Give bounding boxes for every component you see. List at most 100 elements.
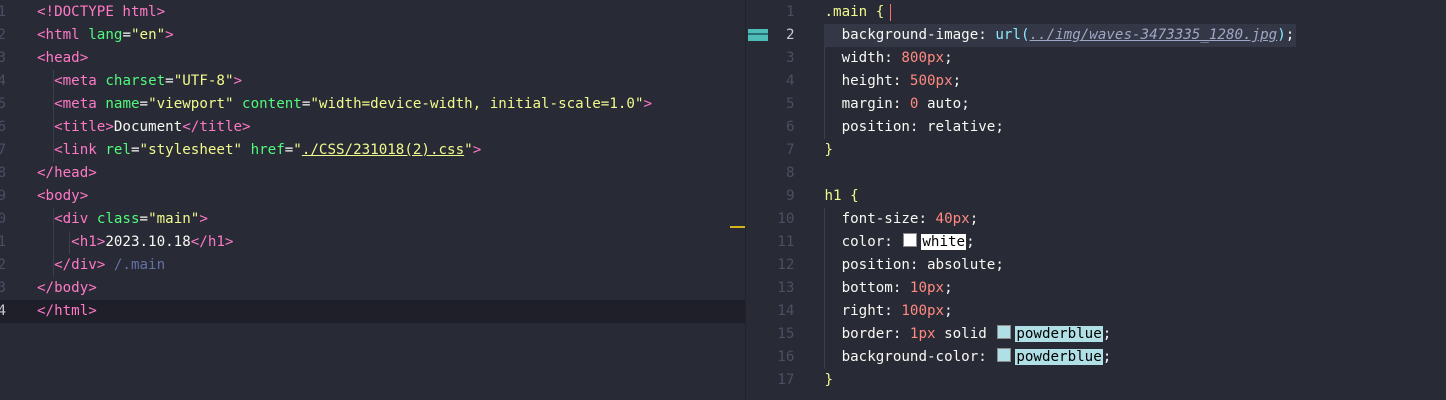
code-line[interactable]: 6 position: relative; [746, 116, 1446, 139]
token-tag: <h1> [71, 234, 106, 250]
token-prop: border [841, 326, 893, 342]
code-text: position: relative; [824, 116, 1004, 139]
code-text: height: 500px; [824, 70, 962, 93]
token-sel: { [850, 188, 859, 204]
code-line[interactable]: 12 position: absolute; [746, 254, 1446, 277]
line-number: 10 [777, 211, 795, 227]
token-punc: : [892, 73, 910, 89]
code-line[interactable]: 16 background-color: powderblue; [746, 346, 1446, 369]
line-number: 4 [785, 73, 795, 89]
code-line[interactable]: 3 <head> [0, 47, 745, 70]
code-line[interactable]: 4 height: 500px; [746, 70, 1446, 93]
token-prop: background-image [841, 27, 979, 43]
token-prop: bottom [841, 280, 893, 296]
token-tag: </div> [54, 257, 106, 273]
code-text: bottom: 10px; [824, 277, 953, 300]
code-text: background-image: url(../img/waves-34733… [824, 24, 1297, 47]
minimap-thumbnail-icon[interactable] [748, 29, 768, 41]
line-number: 1 [0, 234, 6, 250]
code-line[interactable]: 0 <div class="main"> [0, 208, 745, 231]
code-line[interactable]: 14 right: 100px; [746, 300, 1446, 323]
token-punc: = [139, 211, 149, 227]
token-num: 500px [909, 73, 953, 89]
token-punc: = [122, 27, 131, 43]
token-attr: class [96, 211, 140, 227]
code-line[interactable]: 11 color: white; [746, 231, 1446, 254]
code-text: position: absolute; [824, 254, 1004, 277]
code-line[interactable]: 5 <meta name="viewport" content="width=d… [0, 93, 745, 116]
code-line[interactable]: 4 </html> [0, 300, 746, 323]
code-line[interactable]: 5 margin: 0 auto; [746, 93, 1446, 116]
color-swatch-icon[interactable] [997, 348, 1012, 362]
css-editor-pane[interactable]: 1 .main {2 background-image: url(../img/w… [745, 0, 1446, 400]
line-number: 16 [777, 349, 795, 365]
code-line[interactable]: 9 h1 { [746, 185, 1446, 208]
token-sel: } [824, 372, 834, 388]
code-line[interactable]: 7} [746, 139, 1446, 162]
editor-window: 1 <!DOCTYPE html> 2 <html lang="en"> 3 <head>… [0, 0, 1446, 400]
token-sel: h1 [824, 188, 842, 204]
code-text: <meta charset="UTF-8"> [37, 70, 242, 93]
token-punc: ; [944, 50, 953, 66]
code-line[interactable]: 2 </div> /.main [0, 254, 745, 277]
code-line[interactable]: 6 <title>Document</title> [0, 116, 745, 139]
token-txt: relative [927, 119, 996, 135]
token-txt: solid [935, 326, 996, 342]
code-line[interactable]: 9 <body> [0, 185, 745, 208]
code-line[interactable]: 2 background-image: url(../img/waves-347… [746, 24, 1446, 47]
token-punc: : [884, 50, 902, 66]
token-sel: .main [824, 4, 868, 20]
code-line[interactable]: 15 border: 1px solid powderblue; [746, 323, 1446, 346]
token-tag: > [165, 27, 174, 43]
line-number: 8 [785, 165, 795, 181]
token-txt: absolute [927, 257, 996, 273]
line-number: 6 [0, 119, 6, 135]
code-text: margin: 0 auto; [824, 93, 970, 116]
color-keyword: powderblue [1015, 326, 1103, 342]
token-tag: </html> [37, 303, 97, 319]
code-line[interactable]: 10 font-size: 40px; [746, 208, 1446, 231]
code-line[interactable]: 1 .main { [746, 1, 1446, 24]
token-punc: : [884, 303, 902, 319]
code-line[interactable]: 8 [746, 162, 1446, 185]
code-line[interactable]: 13 bottom: 10px; [746, 277, 1446, 300]
token-punc: ; [995, 257, 1004, 273]
code-line[interactable]: 4 <meta charset="UTF-8"> [0, 70, 745, 93]
token-attr: lang [88, 27, 123, 43]
code-text: border: 1px solid powderblue; [824, 323, 1111, 346]
code-line[interactable]: 3 </body> [0, 277, 745, 300]
token-txt: auto [918, 96, 962, 112]
code-text: } [824, 369, 833, 392]
code-line[interactable]: 3 width: 800px; [746, 47, 1446, 70]
color-swatch-icon[interactable] [903, 233, 918, 247]
html-editor-pane[interactable]: 1 <!DOCTYPE html> 2 <html lang="en"> 3 <head>… [0, 0, 746, 400]
token-tag: <link [54, 142, 97, 158]
code-line[interactable]: 8 </head> [0, 162, 745, 185]
code-line[interactable]: 7 <link rel="stylesheet" href="./CSS/231… [0, 139, 745, 162]
code-line[interactable]: 1 <!DOCTYPE html> [0, 1, 745, 24]
color-swatch-icon[interactable] [997, 325, 1012, 339]
code-line[interactable]: 17} [746, 369, 1446, 392]
code-line[interactable]: 1 <h1>2023.10.18</h1> [0, 231, 745, 254]
line-number: 9 [0, 188, 6, 204]
token-punc: : [884, 234, 902, 250]
token-punc: ; [1102, 349, 1112, 365]
token-sel: { [875, 4, 885, 20]
token-punc: : [892, 96, 910, 112]
token-str: " [464, 142, 473, 158]
line-number: 5 [785, 96, 795, 112]
token-str: "stylesheet" [139, 142, 243, 158]
code-line[interactable]: 2 <html lang="en"> [0, 24, 745, 47]
code-text: } [824, 139, 833, 162]
token-tag: </title> [182, 119, 251, 135]
line-number: 2 [0, 257, 6, 273]
line-number: 3 [785, 50, 795, 66]
token-prop: right [841, 303, 885, 319]
